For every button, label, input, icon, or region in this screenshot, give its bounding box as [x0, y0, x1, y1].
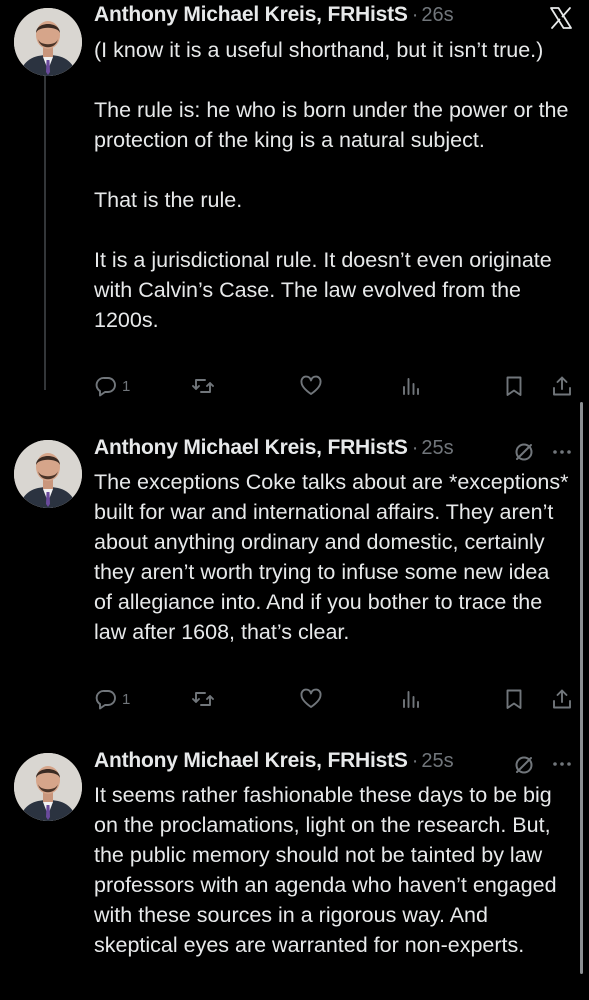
- reply-count: 1: [122, 690, 131, 708]
- reply-button[interactable]: 1: [94, 687, 130, 711]
- separator-dot: ·: [411, 437, 419, 459]
- close-x-icon[interactable]: [548, 5, 574, 36]
- share-icon: [553, 376, 571, 396]
- timestamp[interactable]: 25s: [421, 437, 453, 460]
- bookmark-icon: [506, 376, 522, 396]
- author-avatar[interactable]: [14, 8, 82, 76]
- analytics-icon: [403, 691, 419, 708]
- tweet-actions: 1: [94, 687, 574, 717]
- analytics-icon: [403, 378, 419, 395]
- thread-connector-line: [44, 76, 46, 390]
- timestamp[interactable]: 26s: [421, 4, 453, 27]
- more-dots-icon[interactable]: [550, 440, 574, 469]
- scrollbar[interactable]: [580, 402, 583, 974]
- repost-icon: [192, 692, 214, 706]
- heart-icon: [300, 375, 322, 395]
- share-button[interactable]: [550, 687, 574, 711]
- repost-button[interactable]: [191, 374, 215, 398]
- reply-icon: [95, 377, 116, 397]
- tweet-text: (I know it is a useful shorthand, but it…: [94, 35, 572, 335]
- reply-icon: [95, 690, 116, 710]
- circle-slash-icon: [512, 440, 536, 469]
- like-button[interactable]: [299, 374, 323, 398]
- tweet-paragraph: It is a jurisdictional rule. It doesn’t …: [94, 248, 552, 332]
- heart-icon: [300, 688, 322, 708]
- tweet-header: Anthony Michael Kreis, FRHistS · 25s: [94, 749, 454, 777]
- author-name[interactable]: Anthony Michael Kreis, FRHistS: [94, 3, 408, 27]
- author-avatar[interactable]: [14, 753, 82, 821]
- share-button[interactable]: [550, 374, 574, 398]
- separator-dot: ·: [411, 4, 419, 26]
- like-button[interactable]: [299, 687, 323, 711]
- tweet-paragraph: It seems rather fashionable these days t…: [94, 783, 557, 957]
- bookmark-button[interactable]: [502, 687, 526, 711]
- tweet-paragraph: That is the rule.: [94, 188, 243, 212]
- repost-button[interactable]: [191, 687, 215, 711]
- reply-count: 1: [122, 377, 131, 395]
- tweet-paragraph: (I know it is a useful shorthand, but it…: [94, 38, 544, 62]
- author-name[interactable]: Anthony Michael Kreis, FRHistS: [94, 436, 408, 460]
- author-avatar[interactable]: [14, 440, 82, 508]
- views-button[interactable]: [399, 374, 423, 398]
- more-dots-icon[interactable]: [550, 752, 574, 781]
- share-icon: [553, 689, 571, 709]
- repost-icon: [192, 379, 214, 393]
- tweet-paragraph: The exceptions Coke talks about are *exc…: [94, 470, 569, 644]
- tweet-actions: 1: [94, 374, 574, 404]
- bookmark-icon: [506, 689, 522, 709]
- reply-button[interactable]: 1: [94, 374, 130, 398]
- bookmark-button[interactable]: [502, 374, 526, 398]
- circle-slash-icon: [512, 753, 536, 782]
- separator-dot: ·: [411, 750, 419, 772]
- timestamp[interactable]: 25s: [421, 750, 453, 773]
- author-name[interactable]: Anthony Michael Kreis, FRHistS: [94, 749, 408, 773]
- tweet-text: It seems rather fashionable these days t…: [94, 780, 572, 960]
- tweet-header: Anthony Michael Kreis, FRHistS · 26s: [94, 3, 454, 31]
- tweet-header: Anthony Michael Kreis, FRHistS · 25s: [94, 436, 454, 464]
- tweet-paragraph: The rule is: he who is born under the po…: [94, 98, 569, 152]
- tweet-text: The exceptions Coke talks about are *exc…: [94, 467, 572, 647]
- views-button[interactable]: [399, 687, 423, 711]
